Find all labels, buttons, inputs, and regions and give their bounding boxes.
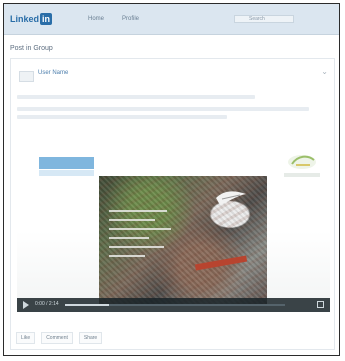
time-readout: 0:00 / 2:14	[35, 301, 59, 307]
video-thumbnail[interactable]	[99, 176, 267, 304]
top-navigation-bar: Linked in Home Profile Search	[4, 4, 339, 35]
window-frame: Linked in Home Profile Search Post in Gr…	[3, 3, 340, 356]
post-text-line-3	[17, 115, 227, 119]
player-controls: 0:00 / 2:14	[17, 298, 330, 312]
post-actions: Like Comment Share	[16, 332, 103, 344]
avatar[interactable]	[19, 71, 34, 82]
post-text-line-1	[17, 95, 255, 99]
logo-wordmark: Linked	[10, 14, 40, 24]
play-icon[interactable]	[23, 301, 29, 309]
group-title: Post in Group	[10, 45, 53, 52]
video-player[interactable]: 0:00 / 2:14	[17, 149, 330, 312]
logo-in-badge: in	[40, 13, 53, 25]
nav-item-home[interactable]: Home	[88, 16, 104, 22]
post-card: User Name ⌄ 0:00 / 2:14	[10, 58, 335, 350]
channel-logo-icon	[288, 155, 316, 169]
fullscreen-icon[interactable]	[317, 301, 324, 308]
post-text-line-2	[17, 107, 309, 111]
nav-item-profile[interactable]: Profile	[122, 16, 139, 22]
promo-badge-sub	[39, 170, 94, 176]
promo-badge	[39, 157, 94, 169]
bird-icon	[216, 191, 246, 205]
linkedin-logo[interactable]: Linked in	[10, 12, 70, 26]
post-author[interactable]: User Name	[38, 70, 68, 76]
channel-caption	[284, 173, 320, 177]
comment-button[interactable]: Comment	[41, 332, 73, 344]
poster-red-stroke	[194, 255, 248, 271]
progress-bar[interactable]	[65, 304, 285, 306]
handwritten-text	[109, 210, 179, 270]
search-input[interactable]: Search	[234, 15, 294, 23]
share-button[interactable]: Share	[78, 332, 103, 344]
like-button[interactable]: Like	[16, 332, 36, 344]
progress-fill	[65, 304, 109, 306]
chevron-down-icon[interactable]: ⌄	[321, 67, 328, 76]
